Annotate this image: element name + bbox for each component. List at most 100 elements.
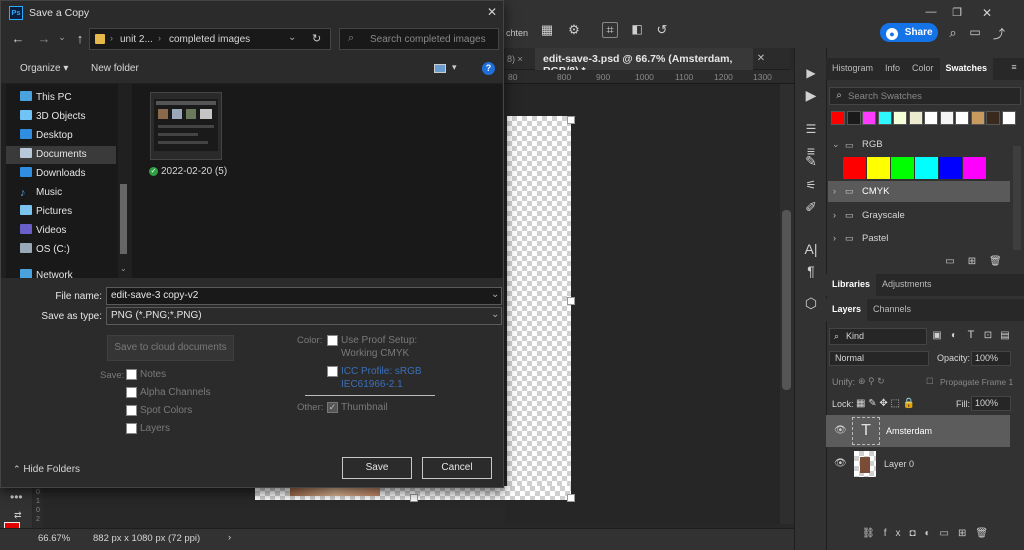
alpha-channels-checkbox[interactable]	[126, 387, 137, 398]
tree-item-this-pc[interactable]: This PC	[20, 89, 130, 107]
swatch[interactable]	[867, 157, 890, 179]
tab-layers[interactable]: Layers	[826, 299, 868, 321]
up-arrow-icon[interactable]: ↑	[73, 31, 87, 46]
swatch[interactable]	[963, 157, 986, 179]
lock-icons[interactable]: ▦ ✎ ✥ ⬚ 🔒	[856, 398, 915, 409]
layer-name[interactable]: Layer 0	[884, 459, 914, 469]
3d-icon[interactable]: ⬡	[802, 294, 820, 312]
tree-item-3d-objects[interactable]: 3D Objects	[20, 108, 130, 126]
scroll-down-icon[interactable]: ⌄	[120, 264, 127, 273]
layer-footer-icons[interactable]: ⛓fx◘◐▭⊞🗑	[862, 528, 997, 539]
icc-profile-checkbox[interactable]	[327, 366, 338, 377]
scrollbar-thumb[interactable]	[782, 210, 791, 390]
tab-color[interactable]: Color	[906, 58, 940, 80]
brush-settings-icon[interactable]: ✐	[802, 198, 820, 216]
canvas-transparent-area[interactable]	[507, 116, 571, 500]
crop-icon[interactable]: ⌗	[602, 22, 618, 38]
thumbnail-checkbox[interactable]: ✓	[327, 402, 338, 413]
chevron-right-icon[interactable]: ›	[833, 186, 836, 196]
swatch[interactable]	[970, 111, 985, 125]
chevron-down-icon[interactable]: ⌄	[491, 289, 499, 300]
sliders-icon[interactable]: ⚟	[802, 176, 820, 194]
document-tab[interactable]: edit-save-3.psd @ 66.7% (Amsterdam, RGB/…	[535, 48, 753, 77]
breadcrumb-item[interactable]: completed images	[169, 34, 250, 45]
tab-swatches[interactable]: Swatches	[939, 58, 994, 80]
chevron-right-icon[interactable]: ›	[833, 233, 836, 243]
save-to-cloud-button[interactable]: Save to cloud documents	[107, 335, 234, 361]
new-group-icon[interactable]: ▭	[944, 256, 956, 267]
swatch[interactable]	[986, 111, 1000, 125]
tree-item-network[interactable]: Network	[20, 267, 130, 278]
search-input[interactable]: ⌕ Search completed images	[339, 28, 499, 50]
swatch[interactable]	[843, 157, 866, 179]
layer-filter-select[interactable]: ⌕ Kind	[829, 328, 927, 345]
refresh-icon[interactable]: ↻	[312, 32, 321, 45]
close-tab-icon[interactable]: ✕	[756, 53, 766, 65]
recent-dropdown-icon[interactable]: ⌄	[57, 32, 67, 43]
blend-mode-select[interactable]: Normal	[829, 351, 929, 366]
chevron-right-icon[interactable]: ›	[833, 210, 836, 220]
view-dropdown-icon[interactable]: ▾	[452, 62, 457, 73]
close-icon[interactable]: ✕	[485, 5, 499, 19]
filter-adjustment-icon[interactable]: ◐	[948, 330, 960, 341]
eye-icon[interactable]: 👁	[834, 425, 847, 436]
swatch[interactable]	[908, 111, 923, 125]
share-export-icon[interactable]: ⤴	[992, 25, 1006, 41]
trash-icon[interactable]: 🗑	[989, 256, 1002, 267]
tab-histogram[interactable]: Histogram	[826, 58, 879, 80]
minimize-icon[interactable]: —	[924, 6, 938, 20]
adjustments-icon[interactable]: ☰	[802, 120, 820, 138]
restore-icon[interactable]: ❐	[950, 6, 964, 20]
close-window-icon[interactable]: ✕	[980, 6, 994, 20]
document-info[interactable]: 882 px x 1080 px (72 ppi)	[93, 533, 200, 544]
swatch[interactable]	[939, 157, 962, 179]
chevron-down-icon[interactable]: ⌄	[832, 139, 840, 150]
swatch[interactable]	[846, 111, 861, 125]
opacity-input[interactable]: 100%	[971, 351, 1011, 366]
tree-item-os-c[interactable]: OS (C:)	[20, 241, 130, 259]
view-icon[interactable]	[434, 64, 446, 73]
tree-item-videos[interactable]: Videos	[20, 222, 130, 240]
new-folder-button[interactable]: New folder	[91, 63, 139, 74]
swatch[interactable]	[877, 111, 892, 125]
tree-item-pictures[interactable]: Pictures	[20, 203, 130, 221]
transform-handle[interactable]	[567, 297, 575, 305]
swatch-group-row-selected[interactable]	[828, 181, 1010, 202]
notes-checkbox[interactable]	[126, 369, 137, 380]
tab-info[interactable]: Info	[879, 58, 906, 80]
forward-arrow-icon[interactable]: →	[37, 31, 51, 46]
filter-pixel-icon[interactable]: ▣	[931, 330, 943, 341]
tree-scrollbar[interactable]: ⌄	[118, 84, 130, 278]
file-thumbnail[interactable]	[150, 92, 222, 160]
swatch[interactable]	[924, 111, 938, 125]
swatch[interactable]	[893, 111, 907, 125]
shape-icon[interactable]: ◧	[630, 22, 644, 36]
prev-tab-fragment[interactable]: 8) ×	[507, 54, 523, 64]
swatch[interactable]	[1001, 111, 1016, 125]
transform-handle[interactable]	[567, 116, 575, 124]
propagate-checkbox[interactable]: ☐	[926, 376, 934, 387]
cancel-button[interactable]: Cancel	[422, 457, 492, 479]
swatch[interactable]	[891, 157, 914, 179]
back-arrow-icon[interactable]: ←	[11, 31, 25, 46]
save-button[interactable]: Save	[342, 457, 412, 479]
swatch-search-input[interactable]: ⌕ Search Swatches	[829, 87, 1021, 105]
spot-colors-checkbox[interactable]	[126, 405, 137, 416]
new-swatch-icon[interactable]: ⊞	[966, 256, 978, 267]
actions-icon[interactable]: ▶	[802, 86, 820, 104]
filter-type-icon[interactable]: T	[965, 329, 977, 341]
swatch[interactable]	[831, 111, 845, 125]
tab-libraries[interactable]: Libraries	[826, 274, 877, 296]
swatch-scrollbar[interactable]	[1013, 146, 1021, 250]
eye-icon[interactable]: 👁	[834, 458, 847, 469]
brush-icon[interactable]: ✎	[802, 152, 820, 170]
file-name-input[interactable]: edit-save-3 copy-v2 ⌄	[106, 287, 502, 305]
tree-item-downloads[interactable]: Downloads	[20, 165, 130, 183]
swatch-group-grayscale[interactable]: Grayscale	[862, 210, 905, 221]
swatch[interactable]	[915, 157, 938, 179]
swap-colors-icon[interactable]: ⇄	[14, 510, 22, 521]
chevron-down-icon[interactable]: ⌄	[288, 32, 296, 43]
tab-adjustments[interactable]: Adjustments	[876, 274, 938, 296]
address-bar[interactable]: › unit 2... › completed images ⌄ ↻	[89, 28, 331, 50]
share-button[interactable]: ● Share	[880, 23, 938, 42]
